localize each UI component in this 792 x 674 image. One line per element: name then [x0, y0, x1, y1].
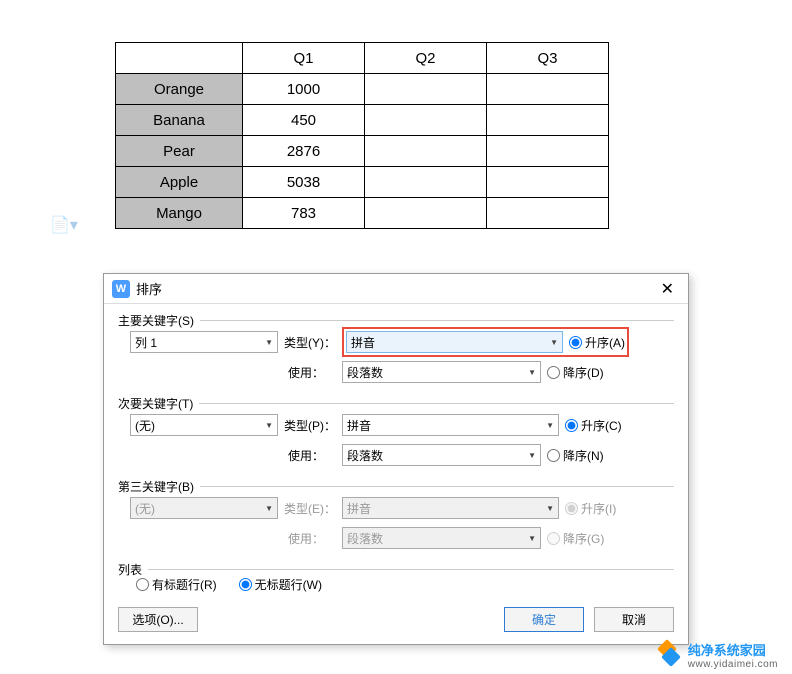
tertiary-use-combo: 段落数: [342, 527, 541, 549]
secondary-type-combo[interactable]: 拼音: [342, 414, 559, 436]
header-cell: Q2: [365, 43, 487, 74]
header-cell: [116, 43, 243, 74]
type-label: 类型(E)：: [284, 500, 336, 517]
list-group: 列表 有标题行(R) 无标题行(W): [118, 569, 674, 597]
primary-legend: 主要关键字(S): [118, 312, 200, 329]
watermark: 纯净系统家园 www.yidaimei.com: [656, 640, 778, 670]
secondary-field-combo[interactable]: (无): [130, 414, 278, 436]
secondary-legend: 次要关键字(T): [118, 395, 199, 412]
wps-icon: W: [112, 280, 130, 298]
sort-dialog: W 排序 ✕ 主要关键字(S) 列 1 类型(Y)： 拼音 升序(A) 使用： …: [103, 273, 689, 645]
list-legend: 列表: [118, 561, 148, 578]
tertiary-type-combo: 拼音: [342, 497, 559, 519]
no-header-radio[interactable]: 无标题行(W): [239, 576, 322, 593]
cancel-button[interactable]: 取消: [594, 607, 674, 632]
secondary-use-combo[interactable]: 段落数: [342, 444, 541, 466]
watermark-logo-icon: [656, 642, 682, 668]
table-row: Orange1000: [116, 74, 609, 105]
tertiary-legend: 第三关键字(B): [118, 478, 200, 495]
has-header-radio[interactable]: 有标题行(R): [136, 576, 217, 593]
primary-desc-radio[interactable]: 降序(D): [547, 364, 604, 381]
use-label: 使用：: [288, 447, 324, 464]
secondary-asc-radio[interactable]: 升序(C): [565, 417, 622, 434]
highlighted-area: 拼音 升序(A): [342, 327, 629, 357]
primary-asc-radio[interactable]: 升序(A): [569, 334, 625, 351]
close-icon[interactable]: ✕: [655, 279, 680, 299]
table-row: Apple5038: [116, 167, 609, 198]
type-label: 类型(Y)：: [284, 334, 336, 351]
watermark-name: 纯净系统家园: [688, 640, 778, 659]
tertiary-asc-radio: 升序(I): [565, 500, 616, 517]
table-row: Pear2876: [116, 136, 609, 167]
type-label: 类型(P)：: [284, 417, 336, 434]
primary-type-combo[interactable]: 拼音: [346, 331, 563, 353]
dialog-titlebar: W 排序 ✕: [104, 274, 688, 304]
table-header-row: Q1 Q2 Q3: [116, 43, 609, 74]
dialog-title: 排序: [136, 279, 655, 298]
options-button[interactable]: 选项(O)...: [118, 607, 198, 632]
table-row: Mango783: [116, 198, 609, 229]
tertiary-field-combo: (无): [130, 497, 278, 519]
tertiary-key-group: 第三关键字(B) (无) 类型(E)： 拼音 升序(I) 使用： 段落数 降序(…: [118, 486, 674, 559]
header-cell: Q3: [487, 43, 609, 74]
use-label: 使用：: [288, 530, 324, 547]
document-icon: 📄▾: [50, 215, 78, 235]
secondary-key-group: 次要关键字(T) (无) 类型(P)： 拼音 升序(C) 使用： 段落数 降序(…: [118, 403, 674, 476]
primary-key-group: 主要关键字(S) 列 1 类型(Y)： 拼音 升序(A) 使用： 段落数 降序(…: [118, 320, 674, 393]
ok-button[interactable]: 确定: [504, 607, 584, 632]
use-label: 使用：: [288, 364, 324, 381]
secondary-desc-radio[interactable]: 降序(N): [547, 447, 604, 464]
header-cell: Q1: [243, 43, 365, 74]
primary-use-combo[interactable]: 段落数: [342, 361, 541, 383]
table-row: Banana450: [116, 105, 609, 136]
watermark-url: www.yidaimei.com: [688, 659, 778, 670]
primary-field-combo[interactable]: 列 1: [130, 331, 278, 353]
data-table: Q1 Q2 Q3 Orange1000 Banana450 Pear2876 A…: [115, 42, 609, 229]
tertiary-desc-radio: 降序(G): [547, 530, 604, 547]
